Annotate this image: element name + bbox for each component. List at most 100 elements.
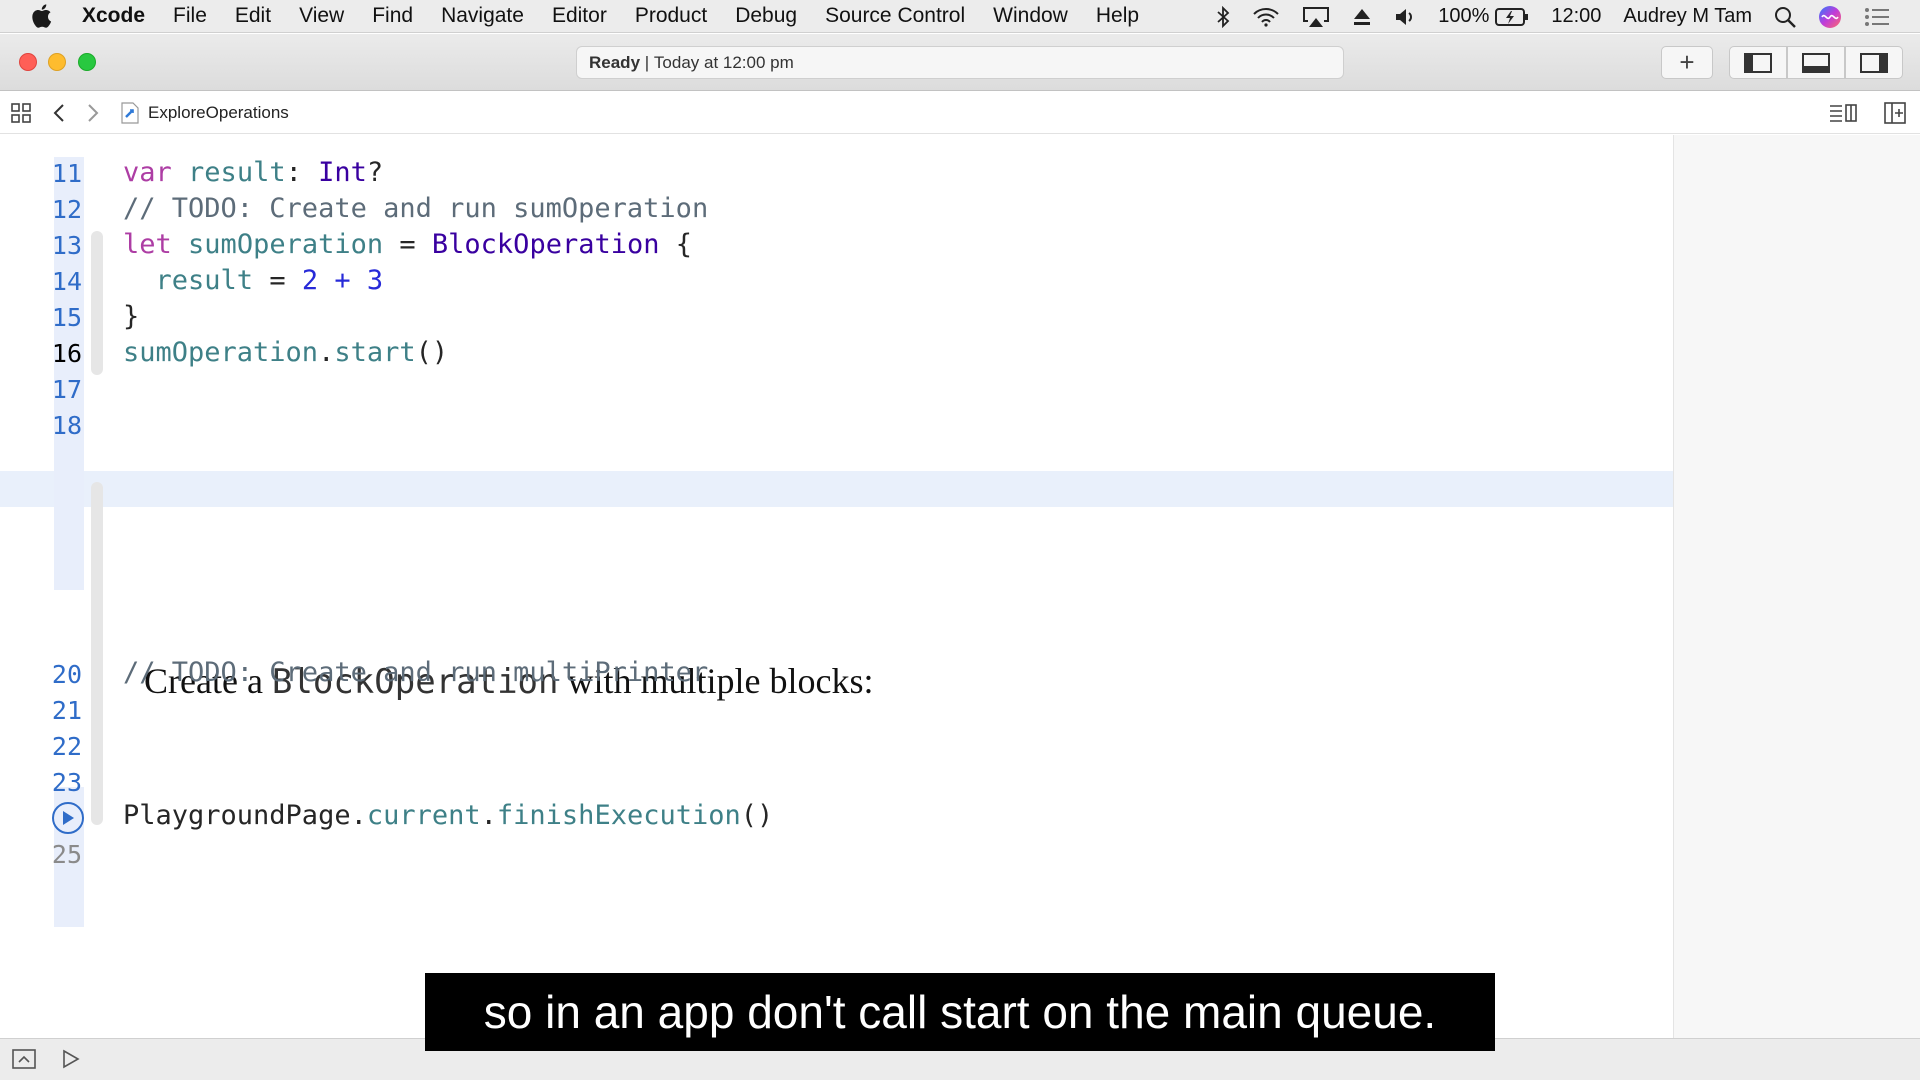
punctuation: () [740,800,774,831]
type-name: PlaygroundPage [123,800,351,831]
code-line[interactable]: } [123,301,139,332]
battery-icon[interactable] [1495,7,1529,26]
menu-product[interactable]: Product [635,4,707,28]
menu-view[interactable]: View [299,4,344,28]
code-comment[interactable]: // TODO: Create and run sumOperation [123,193,708,224]
punctuation: ? [366,157,384,188]
add-label: + [1679,47,1695,77]
add-editor-icon[interactable] [1884,102,1906,124]
window-toolbar: Ready | Today at 12:00 pm + [0,34,1920,91]
menu-edit[interactable]: Edit [235,4,271,28]
code-line[interactable]: PlaygroundPage.current.finishExecution() [123,800,773,831]
jump-bar: ExploreOperations [0,92,1920,134]
punctuation: () [415,337,449,368]
property-name: current [366,800,481,831]
apple-icon[interactable] [30,3,56,29]
number-literal: 2 [301,265,319,296]
line-number: 18 [51,411,82,440]
code-fold-ribbon[interactable] [91,482,103,825]
method-name: start [334,337,416,368]
activity-separator: | [640,52,654,72]
debug-area-icon[interactable] [12,1048,36,1070]
line-number-current: 16 [51,339,82,368]
keyword: var [123,157,172,188]
chevron-right-icon[interactable] [86,102,100,124]
code-comment[interactable]: // TODO: Create and run multiPrinter [123,657,708,688]
editor-options-icon[interactable] [1828,102,1858,124]
airplay-icon[interactable] [1302,6,1330,28]
punctuation: . [480,800,497,831]
menu-debug[interactable]: Debug [735,4,797,28]
bluetooth-icon[interactable] [1216,5,1230,28]
status-menus: 100% 12:00 Audrey M Tam [1194,0,1920,33]
code-line[interactable]: var result: Int? [123,157,383,188]
punctuation: = [253,265,302,296]
executed-lines-bar [54,460,84,590]
eject-icon[interactable] [1352,8,1372,26]
debug-area-toggle-icon[interactable] [1787,46,1845,79]
library-add-button[interactable]: + [1661,46,1713,79]
code-fold-ribbon[interactable] [91,231,103,375]
identifier: sumOperation [188,229,384,260]
menu-find[interactable]: Find [372,4,413,28]
menu-file[interactable]: File [173,4,207,28]
punctuation: { [659,229,692,260]
activity-status: Ready [589,52,641,72]
zoom-window-button[interactable] [78,53,96,71]
operator: + [318,265,367,296]
grid-icon[interactable] [10,102,32,124]
code-line-current[interactable]: sumOperation.start() [123,337,448,368]
menu-app-name[interactable]: Xcode [82,4,145,28]
playground-file-icon [121,102,139,124]
search-icon[interactable] [1774,6,1796,28]
breadcrumb-file[interactable]: ExploreOperations [148,103,289,123]
minimize-window-button[interactable] [48,53,66,71]
type-name: Int [318,157,367,188]
punctuation: . [318,337,335,368]
line-number: 17 [51,375,82,404]
line-number: 20 [51,660,82,689]
code-line[interactable]: result = 2 + 3 [123,265,384,296]
activity-viewer: Ready | Today at 12:00 pm [576,46,1344,79]
menu-user[interactable]: Audrey M Tam [1623,5,1752,28]
navigator-toggle-icon[interactable] [1729,46,1787,79]
identifier: result [188,157,286,188]
identifier: result [155,265,254,296]
number-literal: 3 [366,265,384,296]
menu-navigate[interactable]: Navigate [441,4,524,28]
line-number: 21 [51,696,82,725]
inspector-toggle-icon[interactable] [1845,46,1903,79]
line-number: 23 [51,768,82,797]
menu-source-control[interactable]: Source Control [825,4,965,28]
menu-editor[interactable]: Editor [552,4,607,28]
line-number: 12 [51,195,82,224]
battery-percent: 100% [1438,5,1490,27]
line-number: 14 [51,267,82,296]
type-name: BlockOperation [431,229,660,260]
close-window-button[interactable] [19,53,37,71]
notification-center-icon[interactable] [1864,7,1890,27]
volume-icon[interactable] [1394,7,1416,27]
run-icon[interactable] [52,802,84,834]
menu-help[interactable]: Help [1096,4,1139,28]
wifi-icon[interactable] [1252,7,1280,27]
line-number: 22 [51,732,82,761]
identifier: sumOperation [123,337,319,368]
line-number: 13 [51,231,82,260]
punctuation: = [383,229,432,260]
play-icon[interactable] [61,1048,81,1070]
code-line[interactable]: let sumOperation = BlockOperation { [123,229,692,260]
video-subtitle: so in an app don't call start on the mai… [425,973,1495,1051]
source-editor[interactable]: 11 12 13 14 15 16 17 18 20 21 22 23 25 v… [0,135,1673,1038]
menu-clock[interactable]: 12:00 [1551,5,1601,28]
punctuation: : [285,157,319,188]
menu-bar: Xcode File Edit View Find Navigate Edito… [0,0,1920,33]
chevron-left-icon[interactable] [52,102,66,124]
method-name: finishExecution [496,800,741,831]
activity-time: Today at 12:00 pm [653,52,794,72]
punctuation: . [350,800,367,831]
menu-window[interactable]: Window [993,4,1068,28]
line-number: 11 [51,159,82,188]
siri-icon[interactable] [1818,5,1842,29]
line-number: 25 [51,840,82,869]
